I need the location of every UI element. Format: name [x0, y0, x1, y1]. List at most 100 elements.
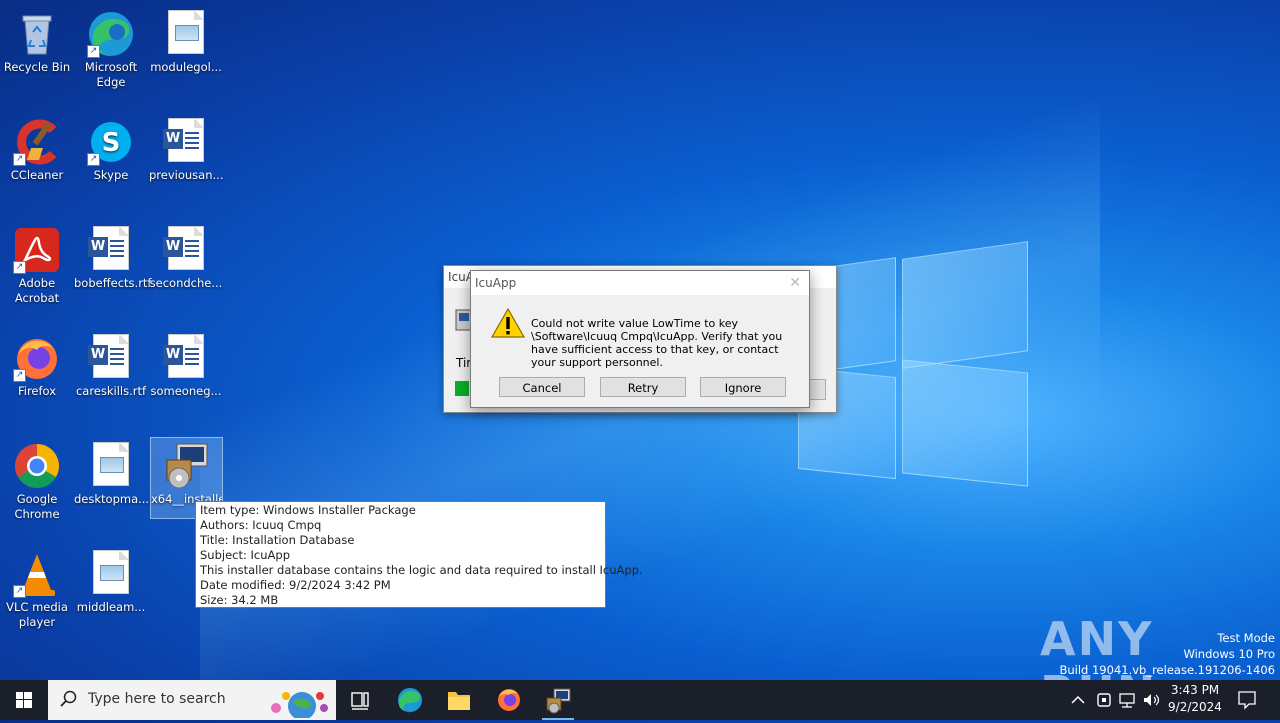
search-highlight-icon [262, 684, 332, 722]
desktop-icon-label: Skype [93, 168, 129, 182]
desktop-icon-word-doc[interactable]: W bobeffects.rtf [74, 222, 152, 291]
taskbar-firefox-button[interactable] [485, 680, 533, 720]
ccleaner-icon: ↗ [13, 118, 61, 166]
desktop-icon-file[interactable]: desktopma... [74, 438, 150, 507]
test-mode-label: Test Mode [1217, 631, 1275, 645]
desktop-icon-label: previousan... [149, 168, 224, 182]
skype-icon: S ↗ [87, 118, 135, 166]
defender-icon[interactable] [1094, 690, 1114, 713]
start-button[interactable] [0, 680, 48, 720]
vlc-icon: ↗ [13, 550, 61, 598]
image-file-icon [162, 10, 210, 58]
tooltip-description: This installer database contains the log… [200, 563, 643, 577]
desktop-icon-file[interactable]: middleam... [74, 546, 148, 615]
search-icon [60, 690, 78, 712]
desktop-icon-recycle-bin[interactable]: Recycle Bin [0, 6, 74, 75]
desktop-icon-label: VLC media player [6, 600, 68, 629]
build-label: Build 19041.vb_release.191206-1406 [1059, 663, 1275, 677]
desktop-icon-label: careskills.rtf [75, 384, 147, 398]
desktop-icon-firefox[interactable]: ↗ Firefox [0, 330, 74, 399]
installer-package-icon [163, 442, 211, 490]
desktop-icon-label: desktopma... [74, 492, 150, 506]
file-info-tooltip: Item type: Windows Installer Package Aut… [195, 501, 643, 608]
desktop-icon-label: bobeffects.rtf [74, 276, 152, 290]
tooltip-date-modified: Date modified: 9/2/2024 3:42 PM [200, 578, 391, 592]
action-center-notification-icon[interactable] [1236, 689, 1258, 714]
cancel-button[interactable]: Cancel [499, 377, 585, 397]
clock-date: 9/2/2024 [1168, 700, 1222, 714]
retry-button[interactable]: Retry [600, 377, 686, 397]
taskbar-file-explorer-button[interactable] [435, 680, 483, 720]
clock-time: 3:43 PM [1170, 683, 1220, 697]
close-icon[interactable]: ✕ [789, 271, 801, 295]
task-view-icon [351, 692, 369, 710]
taskbar-edge-button[interactable] [386, 680, 434, 720]
volume-icon[interactable] [1141, 690, 1161, 713]
image-file-icon [87, 442, 135, 490]
shortcut-arrow-icon: ↗ [87, 153, 100, 166]
warning-icon [490, 307, 526, 339]
desktop-icon-file[interactable]: modulegol... [149, 6, 223, 75]
edge-icon: ↗ [87, 10, 135, 58]
error-dialog-title: IcuApp [475, 276, 517, 290]
tooltip-authors: Authors: Icuuq Cmpq [200, 518, 322, 532]
chrome-icon [13, 442, 61, 490]
word-document-icon: W [87, 226, 135, 274]
installer-progress-bar [455, 381, 469, 396]
shortcut-arrow-icon: ↗ [13, 153, 26, 166]
desktop-icon-vlc[interactable]: ↗ VLC media player [0, 546, 74, 630]
desktop-icon-label: Google Chrome [14, 492, 60, 521]
desktop-icon-acrobat[interactable]: ↗ Adobe Acrobat [0, 222, 74, 306]
image-file-icon [87, 550, 135, 598]
error-message: Could not write value LowTime to key \So… [531, 317, 783, 369]
test-mode-watermark: Test Mode Windows 10 Pro Build 19041.vb_… [1059, 630, 1275, 678]
desktop-icon-word-doc[interactable]: W previousan... [149, 114, 223, 183]
ignore-button[interactable]: Ignore [700, 377, 786, 397]
desktop-icon-label: Recycle Bin [3, 60, 71, 74]
task-view-button[interactable] [336, 680, 384, 720]
desktop-icon-label: Microsoft Edge [84, 60, 138, 89]
desktop-icon-word-doc[interactable]: W someoneg... [149, 330, 223, 399]
firefox-icon: ↗ [13, 334, 61, 382]
svg-text:S: S [102, 128, 121, 158]
desktop-icon-word-doc[interactable]: W careskills.rtf [74, 330, 148, 399]
desktop-icon-label: CCleaner [10, 168, 64, 182]
tooltip-size: Size: 34.2 MB [200, 593, 279, 607]
desktop-icon-word-doc[interactable]: W secondche... [149, 222, 223, 291]
tooltip-subject: Subject: IcuApp [200, 548, 290, 562]
folder-icon [448, 692, 470, 710]
desktop-icon-chrome[interactable]: Google Chrome [0, 438, 74, 522]
taskbar-installer-button[interactable] [534, 680, 582, 720]
desktop-icon-label: someoneg... [150, 384, 222, 398]
desktop-icon-ccleaner[interactable]: ↗ CCleaner [0, 114, 74, 183]
recycle-bin-icon [13, 10, 61, 58]
desktop-icon-label: Adobe Acrobat [14, 276, 60, 305]
error-dialog[interactable]: IcuApp ✕ Could not write value LowTime t… [470, 270, 810, 408]
taskbar-clock[interactable]: 3:43 PM 9/2/2024 [1160, 682, 1230, 716]
tooltip-title: Title: Installation Database [200, 533, 355, 547]
desktop-icon-label: modulegol... [150, 60, 222, 74]
word-document-icon: W [162, 226, 210, 274]
shortcut-arrow-icon: ↗ [13, 261, 26, 274]
desktop-icon-label: Firefox [17, 384, 57, 398]
taskbar: Type here to search 3:43 PM 9/2/2024 [0, 680, 1280, 720]
windows-start-icon [16, 692, 32, 708]
desktop-icon-label: secondche... [149, 276, 223, 290]
word-document-icon: W [162, 334, 210, 382]
shortcut-arrow-icon: ↗ [13, 585, 26, 598]
installer-package-icon [546, 688, 571, 714]
firefox-icon [498, 689, 520, 711]
show-hidden-icons-chevron-icon[interactable] [1068, 690, 1088, 713]
taskbar-search-box[interactable]: Type here to search [48, 680, 336, 720]
network-icon[interactable] [1117, 690, 1137, 713]
shortcut-arrow-icon: ↗ [13, 369, 26, 382]
shortcut-arrow-icon: ↗ [87, 45, 100, 58]
adobe-acrobat-icon: ↗ [13, 226, 61, 274]
tooltip-item-type: Item type: Windows Installer Package [200, 503, 416, 517]
desktop-icon-label: middleam... [76, 600, 146, 614]
windows-edition-label: Windows 10 Pro [1183, 647, 1275, 661]
edge-icon [398, 688, 422, 713]
desktop-icon-edge[interactable]: ↗ Microsoft Edge [74, 6, 148, 90]
word-document-icon: W [162, 118, 210, 166]
desktop-icon-skype[interactable]: S ↗ Skype [74, 114, 148, 183]
